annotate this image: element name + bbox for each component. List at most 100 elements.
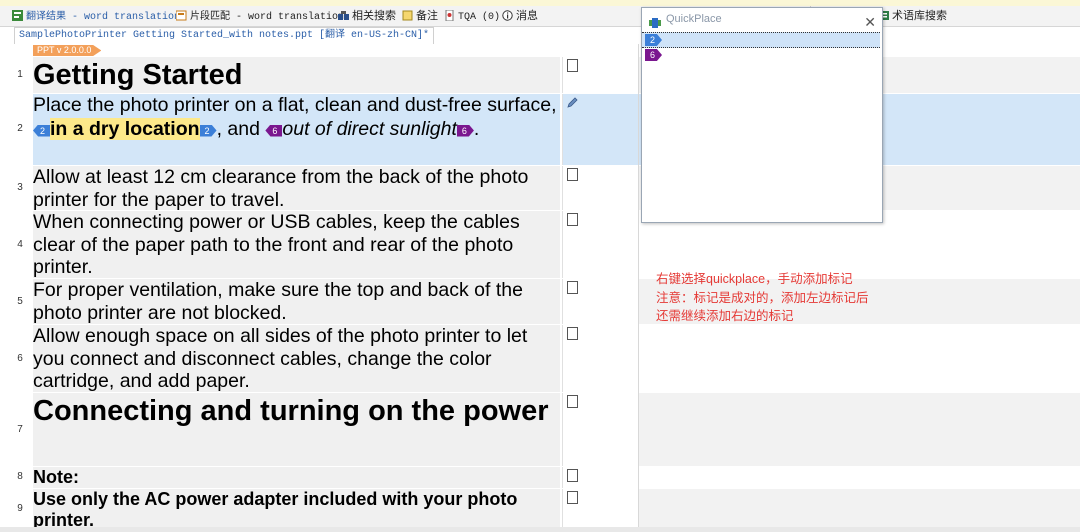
source-cell[interactable]: Allow enough space on all sides of the p… (33, 325, 560, 392)
source-text: Connecting and turning on the power (33, 395, 549, 427)
segment-row[interactable]: 6 Allow enough space on all sides of the… (12, 325, 639, 392)
tab-termbase-search[interactable]: 术语库搜索 (878, 8, 947, 24)
status-cell[interactable] (562, 57, 639, 93)
segment-number: 1 (17, 69, 23, 80)
document-icon (567, 491, 578, 504)
segment-row[interactable]: 5 For proper ventilation, make sure the … (12, 279, 639, 324)
source-text: Use only the AC power adapter included w… (33, 489, 518, 527)
highlighted-text: in a dry location (50, 117, 200, 140)
tab-notes[interactable]: 备注 (402, 8, 438, 24)
tab-label: 相关搜索 (352, 10, 396, 22)
document-icon (567, 395, 578, 408)
close-icon[interactable]: ✕ (864, 11, 876, 33)
target-cell[interactable] (639, 393, 1080, 466)
target-cell[interactable] (639, 489, 1080, 527)
source-cell[interactable]: Getting Started (33, 57, 560, 93)
tab-label: 翻译结果 - word translation (26, 12, 181, 23)
tag-2-open[interactable]: 2 (33, 124, 51, 137)
source-text: When connecting power or USB cables, kee… (33, 211, 520, 278)
document-icon (567, 59, 578, 72)
source-cell[interactable]: When connecting power or USB cables, kee… (33, 211, 560, 278)
target-cell[interactable] (639, 467, 1080, 488)
segment-number: 6 (17, 353, 23, 364)
annotation-line: 右键选择quickplace，手动添加标记 (656, 272, 853, 286)
related-search-icon (338, 10, 349, 21)
segment-row[interactable]: 4 When connecting power or USB cables, k… (12, 211, 639, 278)
source-cell[interactable]: Allow at least 12 cm clearance from the … (33, 166, 560, 211)
tab-translation-results[interactable]: 翻译结果 - word translation (12, 8, 180, 24)
status-cell[interactable] (562, 467, 639, 488)
tag-6-open[interactable]: 6 (265, 124, 283, 137)
status-cell[interactable] (562, 489, 638, 527)
tab-tqa[interactable]: TQA (0) (444, 8, 500, 24)
text-run: . (473, 117, 480, 140)
tag-2-option: 2 (645, 34, 663, 46)
segment-number: 7 (17, 424, 23, 435)
info-icon (502, 10, 513, 21)
tab-label: 术语库搜索 (892, 10, 947, 22)
status-cell[interactable] (562, 166, 639, 210)
notes-icon (402, 10, 413, 21)
text-run: , and (216, 117, 266, 140)
tab-label: 备注 (416, 10, 438, 22)
annotation-line: 还需继续添加右边的标记 (656, 309, 794, 323)
document-tab[interactable]: SamplePhotoPrinter Getting Started_with … (14, 27, 435, 44)
source-text: Note: (33, 467, 79, 487)
annotation-note: 右键选择quickplace，手动添加标记 注意：标记是成对的，添加左边标记后 … (656, 270, 869, 326)
tag-2-close[interactable]: 2 (199, 124, 217, 137)
segment-number: 9 (17, 503, 23, 514)
status-cell[interactable] (562, 393, 639, 466)
segment-number: 8 (17, 471, 23, 482)
tab-fragment-match[interactable]: 片段匹配 - word translation (175, 8, 345, 24)
quickplace-list[interactable]: 2 6 (642, 32, 880, 62)
source-cell[interactable]: Note: (33, 467, 560, 488)
tab-label: 片段匹配 - word translation (190, 12, 345, 23)
fragment-match-icon (175, 10, 187, 21)
source-text: Place the photo printer on a flat, clean… (33, 94, 560, 141)
tag-6-close[interactable]: 6 (456, 124, 474, 137)
document-icon (567, 327, 578, 340)
bottom-border (0, 527, 1080, 532)
annotation-line: 注意：标记是成对的，添加左边标记后 (656, 290, 869, 305)
italic-text: out of direct sunlight (282, 117, 457, 140)
pencil-icon (566, 96, 579, 114)
panel-tab-bar: 翻译结果 - word translation 片段匹配 - word tran… (0, 6, 1080, 27)
document-icon (567, 469, 578, 482)
document-structure-tag: PPT v 2.0.0.0 (33, 45, 102, 56)
tab-related-search[interactable]: 相关搜索 (338, 8, 396, 24)
translation-result-icon (12, 10, 23, 21)
segment-row[interactable]: 3 Allow at least 12 cm clearance from th… (12, 166, 639, 211)
quickplace-title: QuickPlace (666, 13, 722, 25)
source-cell[interactable]: Connecting and turning on the power (33, 393, 560, 466)
segment-row[interactable]: 7 Connecting and turning on the power (12, 393, 639, 466)
segment-number: 3 (17, 182, 23, 193)
status-cell[interactable] (562, 279, 639, 324)
quickplace-icon (649, 14, 661, 28)
quickplace-item[interactable]: 6 (642, 48, 880, 62)
status-cell[interactable] (562, 94, 639, 165)
document-icon (567, 168, 578, 181)
source-cell[interactable]: Place the photo printer on a flat, clean… (33, 94, 560, 165)
source-text: Allow at least 12 cm clearance from the … (33, 166, 529, 211)
target-cell[interactable] (639, 325, 1080, 392)
quickplace-popup[interactable]: QuickPlace ✕ 2 6 (641, 7, 883, 223)
segment-row[interactable]: 9 Use only the AC power adapter included… (12, 489, 638, 527)
text-run: Place the photo printer on a flat, clean… (33, 94, 557, 116)
source-cell[interactable]: Use only the AC power adapter included w… (33, 489, 560, 527)
status-cell[interactable] (562, 211, 639, 278)
document-icon (567, 281, 578, 294)
quickplace-item[interactable]: 2 (642, 32, 880, 48)
segment-row[interactable]: 1 Getting Started (12, 57, 639, 93)
tab-label: TQA (0) (458, 12, 501, 23)
segment-row[interactable]: 8 Note: (12, 467, 639, 488)
quickplace-titlebar[interactable]: QuickPlace ✕ (642, 8, 882, 30)
source-cell[interactable]: For proper ventilation, make sure the to… (33, 279, 560, 324)
segment-row[interactable]: 2 Place the photo printer on a flat, cle… (12, 94, 639, 165)
source-text: For proper ventilation, make sure the to… (33, 279, 523, 324)
status-cell[interactable] (562, 325, 639, 392)
tqa-icon (444, 9, 455, 22)
segment-number: 4 (17, 239, 23, 250)
source-text: Getting Started (33, 59, 243, 91)
tab-messages[interactable]: 消息 (502, 8, 538, 24)
segment-number: 2 (17, 123, 23, 134)
